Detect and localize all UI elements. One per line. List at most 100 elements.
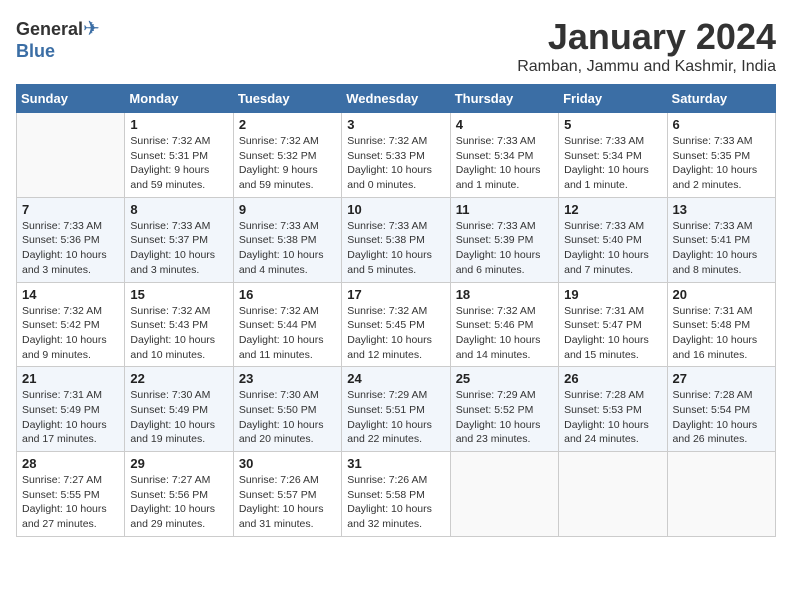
day-info: Sunrise: 7:32 AMSunset: 5:42 PMDaylight:… <box>22 304 119 363</box>
day-number: 23 <box>239 371 336 386</box>
day-number: 14 <box>22 287 119 302</box>
logo-bird-icon: ✈ <box>83 18 100 40</box>
calendar-cell: 27 Sunrise: 7:28 AMSunset: 5:54 PMDayligh… <box>667 367 775 452</box>
calendar-cell: 7 Sunrise: 7:33 AMSunset: 5:36 PMDaylight… <box>17 197 125 282</box>
calendar-cell: 22Sunrise: 7:30 AMSunset: 5:49 PMDayligh… <box>125 367 233 452</box>
calendar-cell: 21 Sunrise: 7:31 AMSunset: 5:49 PMDayligh… <box>17 367 125 452</box>
day-number: 20 <box>673 287 770 302</box>
calendar-cell: 12 Sunrise: 7:33 AMSunset: 5:40 PMDayligh… <box>559 197 667 282</box>
day-info: Sunrise: 7:33 AMSunset: 5:36 PMDaylight:… <box>22 219 119 278</box>
day-info: Sunrise: 7:29 AMSunset: 5:51 PMDaylight:… <box>347 388 444 447</box>
day-number: 17 <box>347 287 444 302</box>
dow-header: Monday <box>125 85 233 113</box>
day-number: 28 <box>22 456 119 471</box>
day-number: 11 <box>456 202 553 217</box>
calendar-title: January 2024 <box>517 16 776 58</box>
day-number: 4 <box>456 117 553 132</box>
day-number: 27 <box>673 371 770 386</box>
calendar-cell: 2 Sunrise: 7:32 AMSunset: 5:32 PMDaylight… <box>233 113 341 198</box>
day-info: Sunrise: 7:26 AMSunset: 5:58 PMDaylight:… <box>347 473 444 532</box>
day-number: 29 <box>130 456 227 471</box>
calendar-cell: 6 Sunrise: 7:33 AMSunset: 5:35 PMDaylight… <box>667 113 775 198</box>
day-number: 2 <box>239 117 336 132</box>
day-info: Sunrise: 7:28 AMSunset: 5:53 PMDaylight:… <box>564 388 661 447</box>
day-number: 21 <box>22 371 119 386</box>
day-number: 12 <box>564 202 661 217</box>
page-header: General✈ Blue January 2024 Ramban, Jammu… <box>16 16 776 76</box>
calendar-cell: 8 Sunrise: 7:33 AMSunset: 5:37 PMDaylight… <box>125 197 233 282</box>
day-number: 7 <box>22 202 119 217</box>
day-number: 3 <box>347 117 444 132</box>
calendar-cell: 26 Sunrise: 7:28 AMSunset: 5:53 PMDayligh… <box>559 367 667 452</box>
dow-header: Friday <box>559 85 667 113</box>
day-info: Sunrise: 7:31 AMSunset: 5:48 PMDaylight:… <box>673 304 770 363</box>
day-info: Sunrise: 7:33 AMSunset: 5:37 PMDaylight:… <box>130 219 227 278</box>
dow-header: Sunday <box>17 85 125 113</box>
day-info: Sunrise: 7:33 AMSunset: 5:34 PMDaylight:… <box>456 134 553 193</box>
day-info: Sunrise: 7:33 AMSunset: 5:39 PMDaylight:… <box>456 219 553 278</box>
calendar-cell: 17 Sunrise: 7:32 AMSunset: 5:45 PMDayligh… <box>342 282 450 367</box>
day-info: Sunrise: 7:31 AMSunset: 5:49 PMDaylight:… <box>22 388 119 447</box>
day-info: Sunrise: 7:28 AMSunset: 5:54 PMDaylight:… <box>673 388 770 447</box>
calendar-cell: 1 Sunrise: 7:32 AMSunset: 5:31 PMDaylight… <box>125 113 233 198</box>
calendar-cell: 4 Sunrise: 7:33 AMSunset: 5:34 PMDaylight… <box>450 113 558 198</box>
day-number: 30 <box>239 456 336 471</box>
logo-general-text: General <box>16 19 83 39</box>
calendar-cell <box>17 113 125 198</box>
calendar-cell: 16 Sunrise: 7:32 AMSunset: 5:44 PMDayligh… <box>233 282 341 367</box>
day-info: Sunrise: 7:32 AMSunset: 5:46 PMDaylight:… <box>456 304 553 363</box>
calendar-cell: 31 Sunrise: 7:26 AMSunset: 5:58 PMDayligh… <box>342 452 450 537</box>
day-info: Sunrise: 7:33 AMSunset: 5:34 PMDaylight:… <box>564 134 661 193</box>
calendar-cell <box>667 452 775 537</box>
calendar-cell: 9Sunrise: 7:33 AMSunset: 5:38 PMDaylight… <box>233 197 341 282</box>
day-info: Sunrise: 7:32 AMSunset: 5:31 PMDaylight:… <box>130 134 227 193</box>
day-info: Sunrise: 7:32 AMSunset: 5:45 PMDaylight:… <box>347 304 444 363</box>
calendar-cell: 24 Sunrise: 7:29 AMSunset: 5:51 PMDayligh… <box>342 367 450 452</box>
day-info: Sunrise: 7:33 AMSunset: 5:38 PMDaylight:… <box>239 219 336 278</box>
day-info: Sunrise: 7:31 AMSunset: 5:47 PMDaylight:… <box>564 304 661 363</box>
calendar-cell: 29 Sunrise: 7:27 AMSunset: 5:56 PMDayligh… <box>125 452 233 537</box>
day-info: Sunrise: 7:32 AMSunset: 5:33 PMDaylight:… <box>347 134 444 193</box>
dow-header: Tuesday <box>233 85 341 113</box>
day-number: 18 <box>456 287 553 302</box>
logo-blue-text: Blue <box>16 41 55 61</box>
day-number: 19 <box>564 287 661 302</box>
day-number: 26 <box>564 371 661 386</box>
calendar-cell: 20 Sunrise: 7:31 AMSunset: 5:48 PMDayligh… <box>667 282 775 367</box>
day-number: 31 <box>347 456 444 471</box>
calendar-cell: 10 Sunrise: 7:33 AMSunset: 5:38 PMDayligh… <box>342 197 450 282</box>
day-number: 24 <box>347 371 444 386</box>
day-info: Sunrise: 7:29 AMSunset: 5:52 PMDaylight:… <box>456 388 553 447</box>
day-number: 1 <box>130 117 227 132</box>
day-info: Sunrise: 7:33 AMSunset: 5:40 PMDaylight:… <box>564 219 661 278</box>
day-info: Sunrise: 7:33 AMSunset: 5:41 PMDaylight:… <box>673 219 770 278</box>
day-info: Sunrise: 7:32 AMSunset: 5:44 PMDaylight:… <box>239 304 336 363</box>
day-info: Sunrise: 7:30 AMSunset: 5:50 PMDaylight:… <box>239 388 336 447</box>
calendar-cell: 3 Sunrise: 7:32 AMSunset: 5:33 PMDaylight… <box>342 113 450 198</box>
day-info: Sunrise: 7:32 AMSunset: 5:32 PMDaylight:… <box>239 134 336 193</box>
day-number: 10 <box>347 202 444 217</box>
calendar-subtitle: Ramban, Jammu and Kashmir, India <box>517 58 776 76</box>
logo: General✈ Blue <box>16 16 100 62</box>
calendar-cell: 30 Sunrise: 7:26 AMSunset: 5:57 PMDayligh… <box>233 452 341 537</box>
calendar-cell: 15Sunrise: 7:32 AMSunset: 5:43 PMDayligh… <box>125 282 233 367</box>
calendar-cell: 5 Sunrise: 7:33 AMSunset: 5:34 PMDaylight… <box>559 113 667 198</box>
calendar-table: SundayMondayTuesdayWednesdayThursdayFrid… <box>16 84 776 537</box>
dow-header: Thursday <box>450 85 558 113</box>
day-info: Sunrise: 7:27 AMSunset: 5:56 PMDaylight:… <box>130 473 227 532</box>
day-info: Sunrise: 7:33 AMSunset: 5:35 PMDaylight:… <box>673 134 770 193</box>
dow-header: Saturday <box>667 85 775 113</box>
day-number: 16 <box>239 287 336 302</box>
day-number: 8 <box>130 202 227 217</box>
calendar-cell: 13Sunrise: 7:33 AMSunset: 5:41 PMDayligh… <box>667 197 775 282</box>
day-number: 6 <box>673 117 770 132</box>
day-info: Sunrise: 7:30 AMSunset: 5:49 PMDaylight:… <box>130 388 227 447</box>
day-info: Sunrise: 7:27 AMSunset: 5:55 PMDaylight:… <box>22 473 119 532</box>
day-info: Sunrise: 7:26 AMSunset: 5:57 PMDaylight:… <box>239 473 336 532</box>
calendar-cell: 28 Sunrise: 7:27 AMSunset: 5:55 PMDayligh… <box>17 452 125 537</box>
dow-header: Wednesday <box>342 85 450 113</box>
day-info: Sunrise: 7:33 AMSunset: 5:38 PMDaylight:… <box>347 219 444 278</box>
day-info: Sunrise: 7:32 AMSunset: 5:43 PMDaylight:… <box>130 304 227 363</box>
day-number: 5 <box>564 117 661 132</box>
calendar-cell: 23 Sunrise: 7:30 AMSunset: 5:50 PMDayligh… <box>233 367 341 452</box>
